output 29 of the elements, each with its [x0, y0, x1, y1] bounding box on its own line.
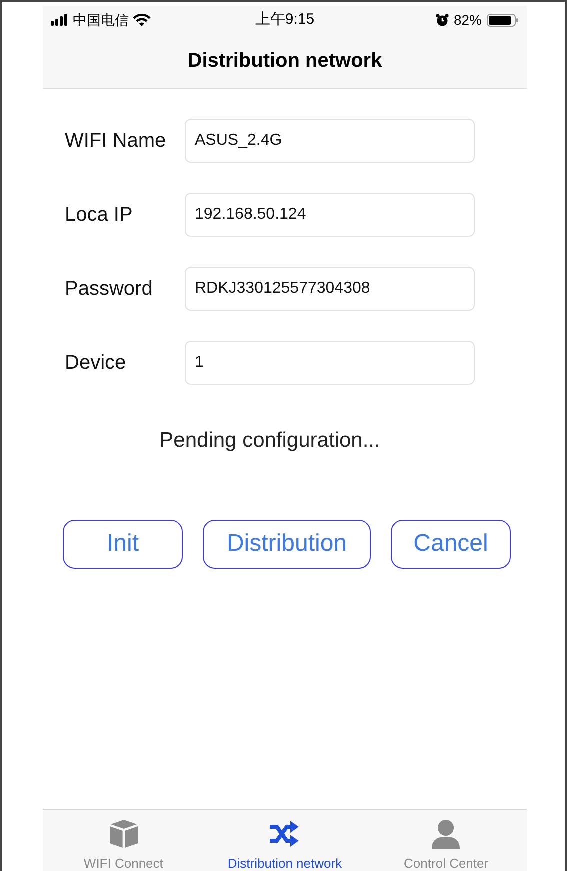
field-label: Loca IP	[65, 203, 134, 228]
action-button[interactable]: Distribution	[203, 520, 371, 568]
carrier-name: 中国电信	[73, 10, 129, 30]
tab-label: Distribution network	[228, 855, 342, 871]
tab-label: WIFI Connect	[84, 855, 164, 871]
cube-icon	[108, 819, 140, 849]
action-button[interactable]: Init	[63, 520, 183, 568]
input-field[interactable]: RDKJ330125577304308	[185, 267, 475, 311]
status-message: Pending configuration...	[160, 428, 380, 454]
screen-title: Distribution network	[188, 49, 382, 74]
signal-icon	[51, 14, 69, 26]
action-button[interactable]: Cancel	[391, 520, 511, 568]
field-label: Device	[65, 351, 128, 376]
field-label: Password	[65, 277, 154, 302]
tab-item[interactable]: Control Center	[366, 810, 527, 871]
clock-time: 上午9:15	[255, 10, 315, 30]
shuffle-icon	[268, 821, 301, 847]
tab-item[interactable]: Distribution network	[204, 810, 366, 871]
wifi-icon	[133, 14, 151, 26]
tab-label: Control Center	[404, 855, 489, 871]
battery-icon	[487, 14, 519, 26]
input-field[interactable]: 1	[185, 341, 475, 385]
field-label: WIFI Name	[65, 129, 168, 154]
alarm-clock-icon	[436, 14, 449, 26]
tab-item[interactable]: WIFI Connect	[43, 810, 204, 871]
battery-percentage: 82%	[454, 10, 482, 30]
input-field[interactable]: ASUS_2.4G	[185, 119, 475, 163]
input-field[interactable]: 192.168.50.124	[185, 193, 475, 237]
person-icon	[431, 819, 462, 849]
